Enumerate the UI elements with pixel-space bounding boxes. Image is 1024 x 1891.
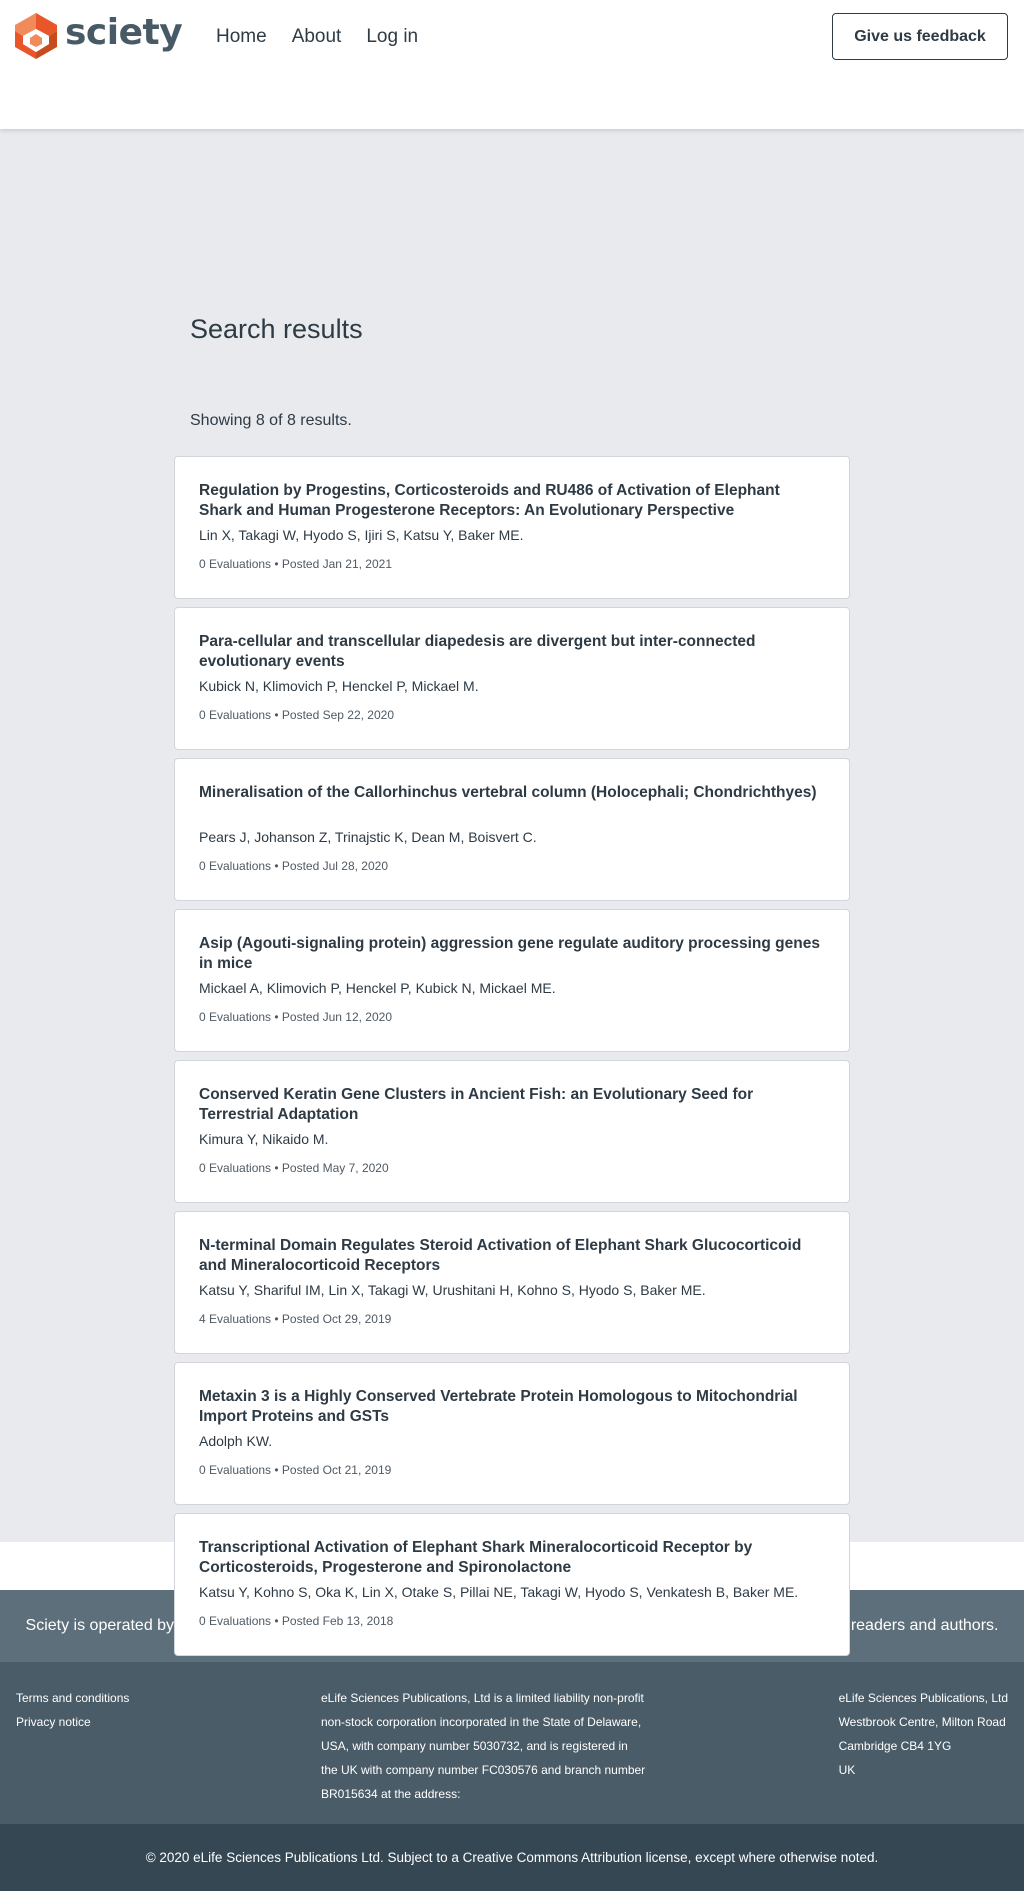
footer-address: eLife Sciences Publications, Ltd Westbro… [839, 1686, 1008, 1782]
result-authors: Lin X, Takagi W, Hyodo S, Ijiri S, Katsu… [199, 527, 524, 543]
logo-wordmark: sciety [65, 12, 183, 53]
address-line: Westbrook Centre, Milton Road [838, 1715, 1006, 1729]
result-card: Mineralisation of the Callorhinchus vert… [174, 758, 850, 901]
result-title-link[interactable]: Regulation by Progestins, Corticosteroid… [199, 481, 825, 521]
sciety-logo-link[interactable]: sciety [15, 12, 183, 59]
give-feedback-button[interactable]: Give us feedback [832, 13, 1008, 60]
result-meta: 0 Evaluations • Posted Jan 21, 2021 [199, 557, 393, 571]
result-card: Regulation by Progestins, Corticosteroid… [174, 456, 850, 599]
result-title-link[interactable]: Conserved Keratin Gene Clusters in Ancie… [199, 1085, 825, 1125]
site-header: sciety Home About Log in Give us feedbac… [0, 0, 1024, 129]
result-authors: Mickael A, Klimovich P, Henckel P, Kubic… [199, 980, 556, 996]
result-card: Metaxin 3 is a Highly Conserved Vertebra… [174, 1362, 850, 1505]
sciety-logo-icon [15, 13, 57, 59]
result-title-link[interactable]: Transcriptional Activation of Elephant S… [199, 1538, 825, 1578]
result-meta: 0 Evaluations • Posted Feb 13, 2018 [199, 1614, 394, 1628]
result-title-link[interactable]: Para-cellular and transcellular diapedes… [199, 632, 825, 672]
result-title-link[interactable]: N-terminal Domain Regulates Steroid Acti… [199, 1236, 825, 1276]
nav-about-link[interactable]: About [292, 24, 342, 50]
result-card: Asip (Agouti-signaling protein) aggressi… [174, 909, 850, 1052]
results-list: Regulation by Progestins, Corticosteroid… [174, 456, 850, 1664]
nav-home-link[interactable]: Home [216, 24, 267, 50]
address-line: eLife Sciences Publications, Ltd [838, 1691, 1008, 1705]
footer-copyright: © 2020 eLife Sciences Publications Ltd. … [0, 1824, 1024, 1891]
address-line: Cambridge CB4 1YG [838, 1739, 952, 1753]
result-authors: Katsu Y, Kohno S, Oka K, Lin X, Otake S,… [199, 1584, 799, 1600]
result-card: N-terminal Domain Regulates Steroid Acti… [174, 1211, 850, 1354]
result-card: Para-cellular and transcellular diapedes… [174, 607, 850, 750]
nav-login-link[interactable]: Log in [366, 24, 418, 50]
result-count: Showing 8 of 8 results. [190, 412, 352, 429]
result-meta: 0 Evaluations • Posted Jul 28, 2020 [199, 859, 388, 873]
main-nav: Home About Log in [216, 24, 443, 50]
result-card: Transcriptional Activation of Elephant S… [174, 1513, 850, 1656]
result-title-link[interactable]: Asip (Agouti-signaling protein) aggressi… [199, 934, 825, 974]
result-title-link[interactable]: Metaxin 3 is a Highly Conserved Vertebra… [199, 1387, 825, 1427]
result-meta: 0 Evaluations • Posted May 7, 2020 [199, 1161, 389, 1175]
result-authors: Pears J, Johanson Z, Trinajstic K, Dean … [199, 829, 537, 845]
result-title-link[interactable]: Mineralisation of the Callorhinchus vert… [199, 783, 825, 823]
privacy-link[interactable]: Privacy notice [16, 1715, 91, 1729]
result-meta: 0 Evaluations • Posted Oct 21, 2019 [199, 1463, 392, 1477]
footer-legal-text: eLife Sciences Publications, Ltd is a li… [321, 1691, 646, 1801]
result-meta: 4 Evaluations • Posted Oct 29, 2019 [199, 1312, 392, 1326]
result-meta: 0 Evaluations • Posted Jun 12, 2020 [199, 1010, 393, 1024]
terms-link[interactable]: Terms and conditions [16, 1691, 129, 1705]
footer-info: Terms and conditions Privacy notice eLif… [0, 1662, 1024, 1824]
result-authors: Adolph KW. [199, 1433, 273, 1449]
result-card: Conserved Keratin Gene Clusters in Ancie… [174, 1060, 850, 1203]
result-authors: Kubick N, Klimovich P, Henckel P, Mickae… [199, 678, 479, 694]
result-authors: Katsu Y, Shariful IM, Lin X, Takagi W, U… [199, 1282, 706, 1298]
result-meta: 0 Evaluations • Posted Sep 22, 2020 [199, 708, 395, 722]
page-title: Search results [190, 314, 363, 344]
search-results-section: Search results Showing 8 of 8 results. R… [0, 130, 1024, 1656]
result-authors: Kimura Y, Nikaido M. [199, 1131, 329, 1147]
main-content: Search results Showing 8 of 8 results. R… [0, 129, 1024, 1656]
footer-links: Terms and conditions Privacy notice [16, 1686, 129, 1734]
address-line: UK [838, 1763, 856, 1777]
